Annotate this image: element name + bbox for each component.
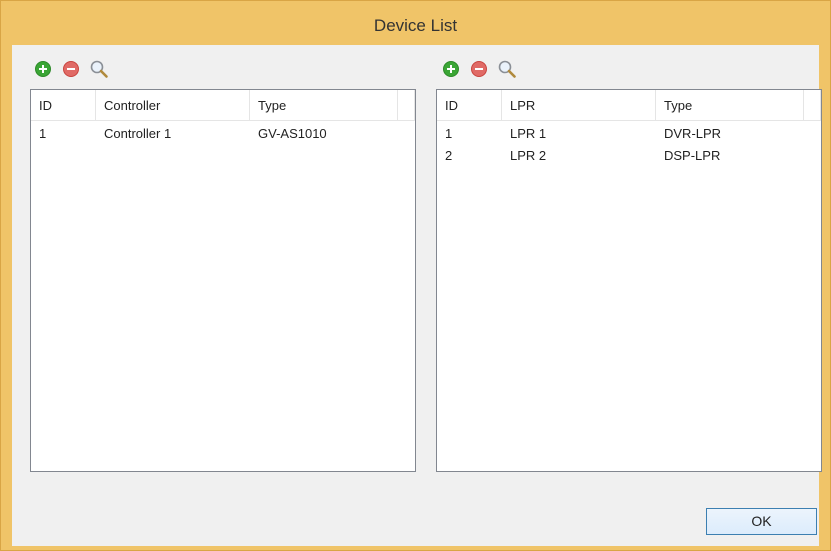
search-icon	[498, 60, 516, 78]
search-icon	[90, 60, 108, 78]
controller-toolbar	[33, 57, 109, 81]
remove-icon	[63, 61, 79, 77]
lpr-toolbar	[441, 57, 517, 81]
remove-lpr-button[interactable]	[469, 59, 489, 79]
remove-controller-button[interactable]	[61, 59, 81, 79]
ok-button[interactable]: OK	[706, 508, 817, 535]
cell-lpr: LPR 1	[510, 126, 547, 141]
column-header-id[interactable]: ID	[437, 90, 502, 121]
cell-id: 1	[445, 126, 453, 141]
column-header-controller[interactable]: Controller	[96, 90, 250, 121]
controller-list-header: ID Controller Type	[31, 90, 415, 122]
table-row[interactable]: 1 LPR 1 DVR-LPR	[437, 123, 821, 145]
column-header-filler	[804, 90, 821, 121]
column-header-type[interactable]: Type	[656, 90, 804, 121]
remove-icon	[471, 61, 487, 77]
cell-controller: Controller 1	[104, 126, 172, 141]
search-lpr-button[interactable]	[497, 59, 517, 79]
device-list-window: Device List ID Controller Type 1 Control…	[0, 0, 831, 551]
lpr-list-header: ID LPR Type	[437, 90, 821, 122]
cell-lpr: LPR 2	[510, 148, 547, 163]
lpr-list[interactable]: ID LPR Type 1 LPR 1 DVR-LPR 2 LPR 2 DSP-…	[436, 89, 822, 472]
search-controller-button[interactable]	[89, 59, 109, 79]
cell-type: GV-AS1010	[258, 126, 327, 141]
table-row[interactable]: 2 LPR 2 DSP-LPR	[437, 145, 821, 167]
controller-list[interactable]: ID Controller Type 1 Controller 1 GV-AS1…	[30, 89, 416, 472]
column-header-lpr[interactable]: LPR	[502, 90, 656, 121]
window-title: Device List	[373, 16, 458, 35]
cell-id: 2	[445, 148, 453, 163]
column-header-type[interactable]: Type	[250, 90, 398, 121]
add-lpr-button[interactable]	[441, 59, 461, 79]
column-header-id[interactable]: ID	[31, 90, 96, 121]
cell-type: DVR-LPR	[664, 126, 722, 141]
dialog-client-area: ID Controller Type 1 Controller 1 GV-AS1…	[12, 45, 822, 546]
cell-type: DSP-LPR	[664, 148, 721, 163]
add-icon	[35, 61, 51, 77]
column-header-filler	[398, 90, 415, 121]
add-controller-button[interactable]	[33, 59, 53, 79]
cell-id: 1	[39, 126, 47, 141]
add-icon	[443, 61, 459, 77]
table-row[interactable]: 1 Controller 1 GV-AS1010	[31, 123, 415, 145]
